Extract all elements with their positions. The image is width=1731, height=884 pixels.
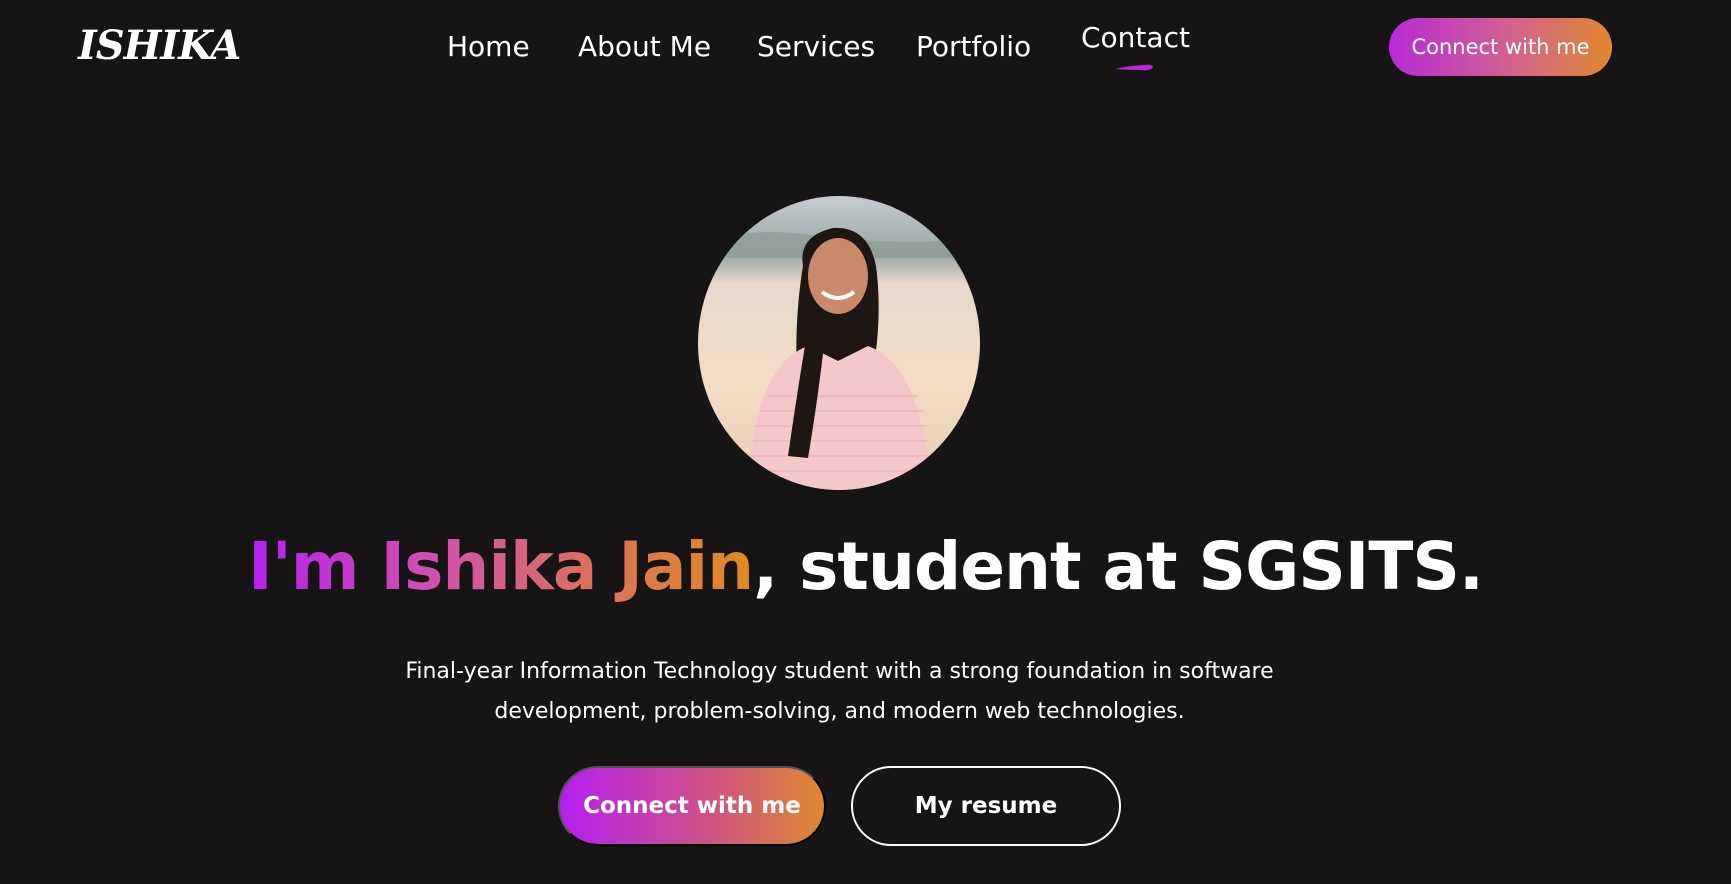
nav-link-contact[interactable]: Contact <box>1081 21 1190 54</box>
logo[interactable]: ISHIKA <box>78 22 241 69</box>
nav-link-about[interactable]: About Me <box>578 30 711 63</box>
hero-subtitle-line-1: Final-year Information Technology studen… <box>405 659 1274 684</box>
nav-link-services[interactable]: Services <box>757 30 875 63</box>
profile-photo <box>698 196 980 490</box>
hero-headline-name: I'm Ishika Jain <box>248 528 754 605</box>
nav-link-portfolio[interactable]: Portfolio <box>916 30 1031 63</box>
nav-link-home[interactable]: Home <box>447 30 530 63</box>
hero-headline: I'm Ishika Jain, student at SGSITS. <box>0 528 1731 605</box>
navbar: ISHIKA Home About Me Services Portfolio … <box>0 0 1731 95</box>
hero-headline-rest: , student at SGSITS. <box>753 528 1484 605</box>
resume-button[interactable]: My resume <box>851 766 1121 846</box>
hero-subtitle-line-2: development, problem-solving, and modern… <box>494 699 1185 724</box>
hero-subtitle: Final-year Information Technology studen… <box>0 652 1679 732</box>
active-nav-indicator <box>1115 64 1153 71</box>
connect-button-nav[interactable]: Connect with me <box>1389 18 1612 76</box>
connect-button-hero[interactable]: Connect with me <box>558 766 826 846</box>
